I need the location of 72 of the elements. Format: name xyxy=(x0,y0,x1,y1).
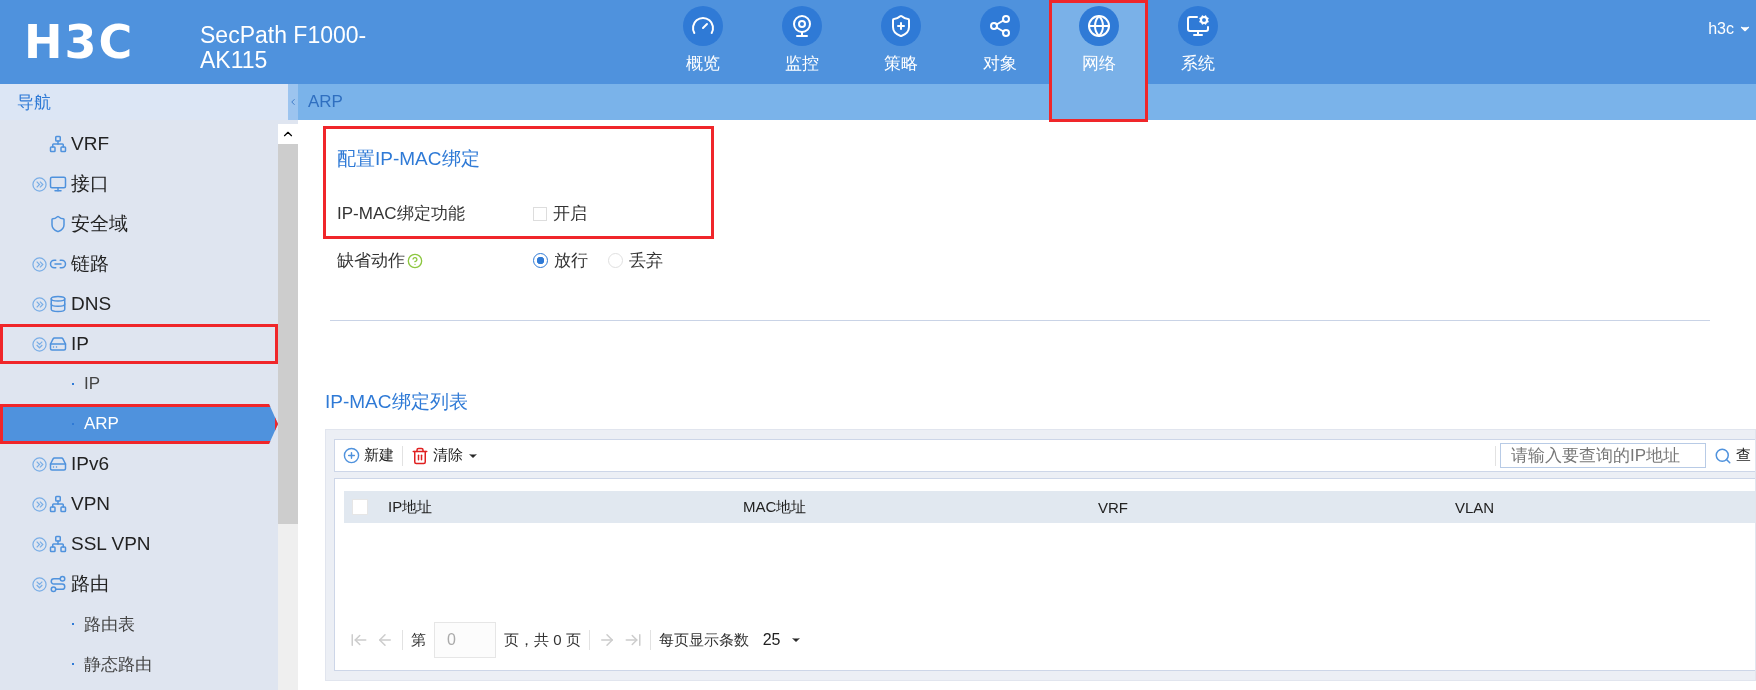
clear-button[interactable]: 清除 xyxy=(407,446,483,465)
radio-label: 放行 xyxy=(554,250,588,272)
breadcrumb: ARP xyxy=(308,92,343,112)
nav-item[interactable]: IPv6 xyxy=(0,444,278,484)
expand-icon[interactable] xyxy=(32,456,47,472)
expand-icon[interactable] xyxy=(32,296,47,312)
item-icon xyxy=(49,495,67,513)
search-icon xyxy=(1714,446,1732,465)
tab-icon xyxy=(979,6,1020,46)
checkbox-label: 开启 xyxy=(553,203,587,225)
item-icon xyxy=(49,455,67,473)
expand-icon[interactable] xyxy=(32,256,47,272)
nav-item[interactable]: 安全域 xyxy=(0,204,278,244)
tab-icon xyxy=(880,6,921,46)
select-all-checkbox[interactable] xyxy=(352,499,368,515)
pager-text: 每页显示条数 xyxy=(658,630,749,650)
nav-item[interactable]: 链路 xyxy=(0,244,278,284)
nav-item[interactable]: IP xyxy=(0,364,278,404)
radio-label: 丢弃 xyxy=(629,250,663,272)
query-button[interactable]: 查 xyxy=(1710,446,1755,465)
nav-item[interactable]: 路由表 xyxy=(0,604,278,644)
pager-text: 页，共 0 页 xyxy=(504,630,581,650)
first-page-icon[interactable] xyxy=(350,631,368,649)
expand-icon[interactable] xyxy=(32,176,47,192)
plus-icon xyxy=(343,447,360,464)
item-icon xyxy=(49,175,67,193)
new-button[interactable]: 新建 xyxy=(339,446,398,465)
sidebar-title: 导航 xyxy=(16,91,52,114)
nav-item[interactable]: VRF xyxy=(0,124,278,164)
caret-icon xyxy=(288,97,298,107)
section-title: 配置IP-MAC绑定 xyxy=(337,147,481,171)
tab-icon xyxy=(781,6,822,46)
field-label: IP-MAC绑定功能 xyxy=(337,203,466,225)
product-name: SecPath F1000- AK115 xyxy=(200,23,368,73)
tab-icon xyxy=(1078,6,1119,46)
item-icon xyxy=(49,535,67,553)
item-icon xyxy=(49,335,67,353)
column-header: VRF xyxy=(1098,498,1129,516)
page-size-select[interactable]: 25 xyxy=(756,630,809,650)
nav-item[interactable]: 路由 xyxy=(0,564,278,604)
logo: H3C xyxy=(23,14,136,71)
nav-item[interactable]: 接口 xyxy=(0,164,278,204)
field-label: 缺省动作 xyxy=(337,250,405,272)
column-header: IP地址 xyxy=(388,497,434,517)
tab-icon xyxy=(682,6,723,46)
expand-icon[interactable] xyxy=(32,536,47,552)
radio-button[interactable] xyxy=(533,253,548,268)
help-icon[interactable] xyxy=(407,252,423,269)
scrollbar[interactable] xyxy=(278,124,298,690)
collapse-button[interactable] xyxy=(288,84,298,120)
collapse-icon[interactable] xyxy=(32,576,47,592)
expand-icon[interactable] xyxy=(32,496,47,512)
item-icon xyxy=(49,575,67,593)
last-page-icon[interactable] xyxy=(623,631,642,649)
nav-item[interactable]: 静态路由 xyxy=(0,644,278,684)
item-icon xyxy=(49,135,67,153)
prev-page-icon[interactable] xyxy=(376,631,394,649)
column-header: VLAN xyxy=(1455,498,1496,516)
nav-item[interactable]: IP xyxy=(0,324,278,364)
checkbox[interactable] xyxy=(533,206,547,221)
nav-item[interactable]: VPN xyxy=(0,484,278,524)
column-header: MAC地址 xyxy=(743,497,808,517)
nav-item[interactable]: DNS xyxy=(0,284,278,324)
nav-item[interactable]: SSL VPN xyxy=(0,524,278,564)
pager-text: 第 xyxy=(411,630,426,650)
section-title: IP-MAC绑定列表 xyxy=(325,390,469,414)
search-field[interactable]: 请输入要查询的IP地址 xyxy=(1500,443,1706,468)
collapse-icon[interactable] xyxy=(32,336,47,352)
item-icon xyxy=(49,295,67,313)
item-icon xyxy=(49,215,67,233)
trash-icon xyxy=(411,446,429,465)
tab-icon xyxy=(1177,6,1218,46)
